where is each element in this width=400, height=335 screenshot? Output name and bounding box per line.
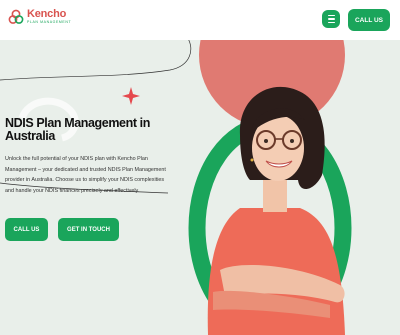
logo-text: Kencho PLAN MANAGEMENT: [27, 9, 71, 25]
hero-section: NDIS Plan Management in Australia Unlock…: [0, 40, 400, 335]
woman-photo: [207, 86, 345, 335]
logo-mark-icon: [8, 9, 24, 24]
hero-description: Unlock the full potential of your NDIS p…: [5, 156, 166, 194]
call-us-button[interactable]: CALL US: [5, 218, 48, 241]
get-in-touch-button[interactable]: GET IN TOUCH: [58, 218, 119, 241]
red-star-icon: [122, 87, 140, 105]
page: Kencho PLAN MANAGEMENT CALL US NDIS Plan…: [0, 0, 400, 335]
site-header: Kencho PLAN MANAGEMENT CALL US: [0, 0, 400, 40]
logo-tagline: PLAN MANAGEMENT: [27, 20, 72, 25]
line-art-curve: [0, 40, 191, 81]
hero-title: NDIS Plan Management in Australia: [5, 116, 150, 143]
logo[interactable]: Kencho PLAN MANAGEMENT: [8, 9, 71, 25]
hamburger-icon-line: [327, 18, 335, 20]
header-call-button[interactable]: CALL US: [348, 9, 390, 31]
hamburger-icon-line: [327, 15, 335, 17]
menu-button[interactable]: [322, 10, 340, 28]
hamburger-icon-line: [327, 21, 335, 23]
logo-name: Kencho: [27, 8, 67, 21]
